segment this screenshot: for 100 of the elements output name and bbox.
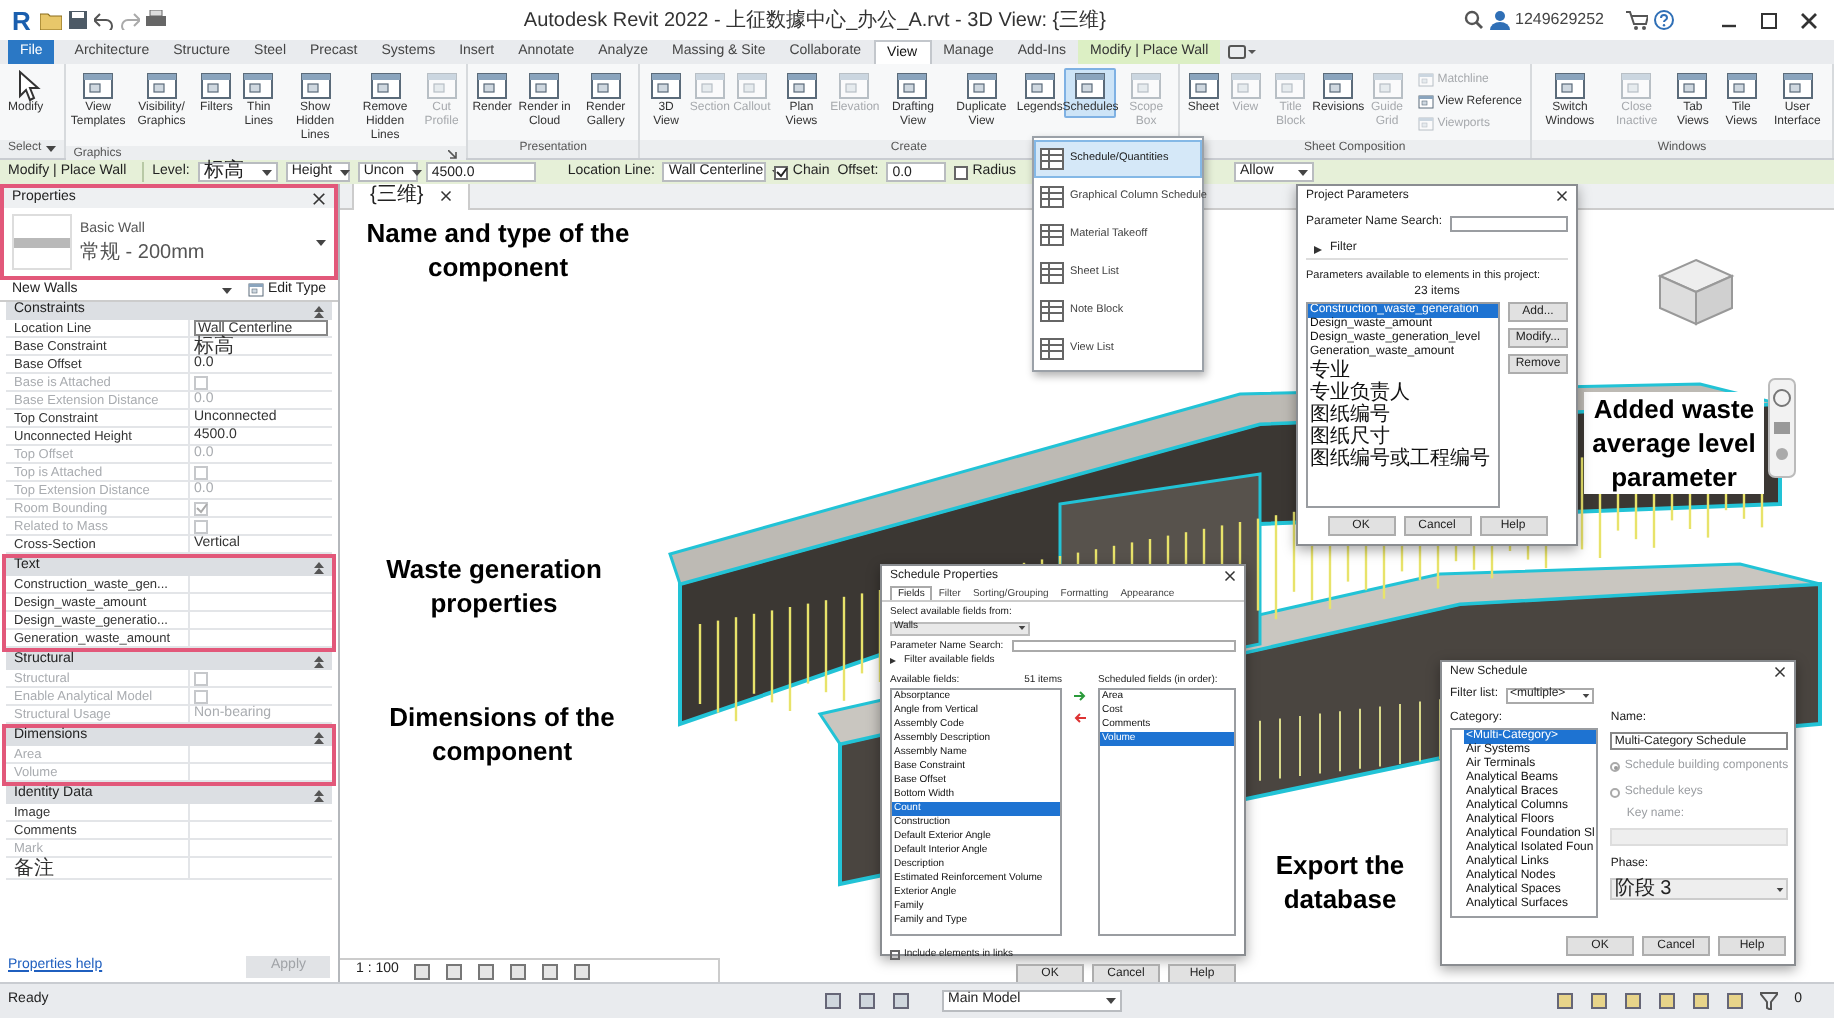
property-value: 标高 (194, 337, 234, 355)
filter-icon[interactable] (1760, 992, 1779, 1010)
caret-icon (261, 169, 272, 175)
close-icon[interactable] (1774, 666, 1786, 678)
caret-icon (1018, 626, 1026, 630)
caret-icon (1298, 169, 1309, 175)
folder-icon[interactable] (40, 10, 63, 30)
expand-icon (890, 658, 896, 665)
help-icon[interactable] (1654, 10, 1674, 30)
window-icon (735, 70, 768, 102)
window-icon (1274, 70, 1307, 102)
property-label: 备注 (6, 858, 190, 878)
checkmark-icon (775, 166, 788, 178)
table-icon (1040, 262, 1064, 284)
window-icon (1417, 94, 1434, 110)
checkbox[interactable] (774, 165, 789, 179)
close-icon[interactable] (1800, 11, 1818, 29)
window-icon (476, 70, 509, 102)
close-icon[interactable] (1556, 190, 1568, 202)
type-name: 常规 - 200mm (80, 241, 207, 264)
window-icon (1417, 116, 1434, 132)
close-icon (439, 190, 452, 202)
window-icon (838, 70, 871, 102)
table-icon (1040, 300, 1064, 322)
collapse-icon (314, 305, 324, 317)
dialog-launcher-icon[interactable] (448, 150, 459, 160)
close-icon[interactable] (1224, 570, 1236, 582)
add-field-icon[interactable] (1074, 689, 1086, 701)
list-item[interactable]: 图纸编号或工程编号 (1308, 448, 1498, 471)
phase-dropdown[interactable]: 阶段 3 (1610, 878, 1789, 900)
checkbox[interactable] (890, 950, 900, 961)
search-field[interactable] (1450, 215, 1568, 231)
caret-icon (340, 169, 351, 175)
key-name-field[interactable] (1610, 828, 1789, 846)
window-icon (242, 70, 275, 102)
maximize-icon[interactable] (1760, 11, 1778, 29)
table-icon (1040, 186, 1064, 208)
tab-options-icon[interactable] (1228, 44, 1257, 60)
window-icon (1187, 70, 1220, 102)
caret-icon (221, 287, 232, 293)
user-id[interactable]: 1249629252 (1515, 8, 1604, 32)
window-icon (1417, 72, 1434, 88)
level-dropdown[interactable]: 标高 (197, 162, 278, 182)
window-icon (1322, 70, 1355, 102)
window-icon (1130, 70, 1163, 102)
list-item[interactable]: 图纸编号 (1308, 404, 1498, 427)
collapse-icon (314, 731, 324, 743)
window-icon (965, 70, 998, 102)
checkbox[interactable] (954, 165, 969, 179)
window-icon (145, 70, 178, 102)
window-icon (1229, 70, 1262, 102)
radio-button[interactable] (1610, 762, 1621, 772)
window-icon (1676, 70, 1709, 102)
undo-icon[interactable] (94, 10, 115, 30)
table-icon (1040, 338, 1064, 360)
table-icon (1040, 224, 1064, 246)
window-icon (528, 70, 561, 102)
list-box[interactable] (890, 688, 1062, 936)
caret-icon (1106, 998, 1116, 1004)
window-icon (589, 70, 622, 102)
close-icon[interactable] (312, 191, 326, 205)
edit-type-icon (247, 282, 264, 298)
window-icon (369, 70, 402, 102)
user-icon[interactable] (1489, 10, 1509, 30)
window-icon (1781, 70, 1814, 102)
search-icon[interactable] (1463, 10, 1483, 30)
expand-icon (1314, 245, 1322, 253)
caret-icon (412, 169, 423, 175)
collapse-icon (314, 655, 324, 667)
window-icon (200, 70, 233, 102)
list-item[interactable]: 专业 (1308, 360, 1498, 383)
window-title: Autodesk Revit 2022 - 上征数據中心_办公_A.rvt - 3D View: {三维} (521, 7, 1108, 35)
app-logo: R (10, 7, 33, 33)
collapse-icon (314, 561, 324, 573)
wall-swatch (12, 214, 72, 270)
window-icon (299, 70, 332, 102)
list-box[interactable] (1450, 728, 1599, 918)
window-icon (896, 70, 929, 102)
collapse-icon (314, 789, 324, 801)
window-icon (650, 70, 683, 102)
save-icon[interactable] (68, 10, 89, 30)
radio-button[interactable] (1610, 788, 1621, 798)
window-icon (1074, 70, 1107, 102)
cart-icon[interactable] (1626, 10, 1648, 30)
navigation-bar-icon[interactable] (1768, 378, 1796, 478)
search-field[interactable] (1011, 640, 1236, 653)
print-icon[interactable] (146, 10, 167, 30)
window-icon (785, 70, 818, 102)
window-icon (1620, 70, 1653, 102)
list-item[interactable]: 专业负责人 (1308, 382, 1498, 405)
window-icon (1371, 70, 1403, 102)
checkmark-icon (195, 502, 207, 514)
table-icon (1040, 148, 1064, 170)
window-icon (1553, 70, 1586, 102)
remove-field-icon[interactable] (1074, 711, 1086, 723)
list-item[interactable]: 图纸尺寸 (1308, 426, 1498, 449)
caret-icon (316, 239, 326, 245)
view-cube-icon[interactable] (1656, 256, 1736, 328)
annotation-text: Added waste average level parameter (1584, 392, 1764, 494)
caret-icon[interactable] (45, 146, 56, 152)
